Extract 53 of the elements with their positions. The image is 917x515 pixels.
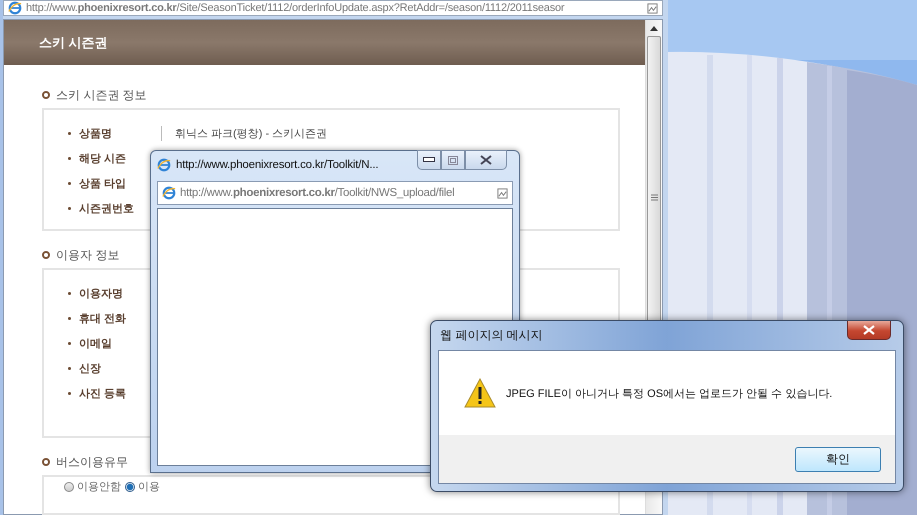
field-label: 사진 등록 bbox=[79, 387, 128, 401]
browser-icon bbox=[8, 1, 22, 15]
field-label: 이용자명 bbox=[79, 287, 124, 301]
bullet-icon bbox=[68, 342, 71, 345]
radio-label[interactable]: 이용안함 bbox=[77, 480, 121, 494]
dialog-title: 웹 페이지의 메시지 bbox=[440, 327, 543, 344]
section-heading: 버스이용유무 bbox=[56, 454, 128, 470]
minimize-icon bbox=[423, 157, 435, 163]
address-bar[interactable]: http://www.phoenixresort.co.kr/Site/SeasonTicket/1112/orderInfoUpdate.aspx?RetAddr=/season/1112/2011seasor bbox=[3, 0, 663, 16]
close-icon bbox=[480, 155, 492, 165]
field-label: 해당 시즌 bbox=[79, 152, 128, 166]
bullet-icon bbox=[42, 458, 50, 466]
compatibility-icon[interactable] bbox=[647, 2, 658, 14]
radio-button[interactable] bbox=[125, 482, 135, 492]
address-bar[interactable]: http://www.phoenixresort.co.kr/Toolkit/NWS_upload/filel bbox=[157, 181, 513, 205]
address-text: http://www.phoenixresort.co.kr/Site/SeasonTicket/1112/orderInfoUpdate.aspx?RetAddr=/season/1112/2011seasor bbox=[26, 2, 564, 14]
radio-button[interactable] bbox=[64, 482, 74, 492]
scroll-up-icon[interactable] bbox=[650, 26, 658, 30]
field-label: 신장 bbox=[79, 362, 102, 376]
browser-icon bbox=[157, 158, 171, 172]
field-label: 이메일 bbox=[79, 337, 113, 351]
bullet-icon bbox=[68, 317, 71, 320]
field-label: 상품 타입 bbox=[79, 177, 128, 191]
bullet-icon bbox=[68, 292, 71, 295]
bullet-icon bbox=[42, 251, 50, 259]
window-title: http://www.phoenixresort.co.kr/Toolkit/N... bbox=[176, 158, 378, 170]
bullet-icon bbox=[68, 182, 71, 185]
close-button[interactable] bbox=[847, 321, 891, 340]
bullet-icon bbox=[68, 157, 71, 160]
bullet-icon bbox=[68, 207, 71, 210]
browser-icon bbox=[162, 186, 176, 200]
grip-icon bbox=[650, 194, 658, 200]
field-value: 휘닉스 파크(평창) - 스키시즌권 bbox=[161, 126, 328, 141]
section-heading: 이용자 정보 bbox=[56, 246, 120, 264]
field-label: 시즌권번호 bbox=[79, 202, 135, 216]
address-text: http://www.phoenixresort.co.kr/Toolkit/NWS_upload/filel bbox=[180, 187, 454, 199]
ok-button[interactable]: 확인 bbox=[795, 446, 881, 472]
bullet-icon bbox=[68, 132, 71, 135]
section-heading: 스키 시즌권 정보 bbox=[56, 86, 147, 104]
dialog-message: JPEG FILE이 아니거나 특정 OS에서는 업로드가 안될 수 있습니다. bbox=[506, 386, 832, 400]
close-icon bbox=[863, 325, 875, 335]
maximize-icon bbox=[448, 156, 458, 164]
field-label: 휴대 전화 bbox=[79, 312, 128, 326]
bullet-icon bbox=[68, 367, 71, 370]
compatibility-icon[interactable] bbox=[497, 188, 508, 198]
warning-icon bbox=[464, 378, 496, 408]
radio-label[interactable]: 이용 bbox=[138, 480, 160, 494]
page-title: 스키 시즌권 bbox=[39, 34, 108, 52]
field-label: 상품명 bbox=[79, 127, 113, 141]
bullet-icon bbox=[42, 91, 50, 99]
close-button[interactable] bbox=[465, 150, 507, 170]
minimize-button[interactable] bbox=[417, 150, 441, 170]
bullet-icon bbox=[68, 392, 71, 395]
